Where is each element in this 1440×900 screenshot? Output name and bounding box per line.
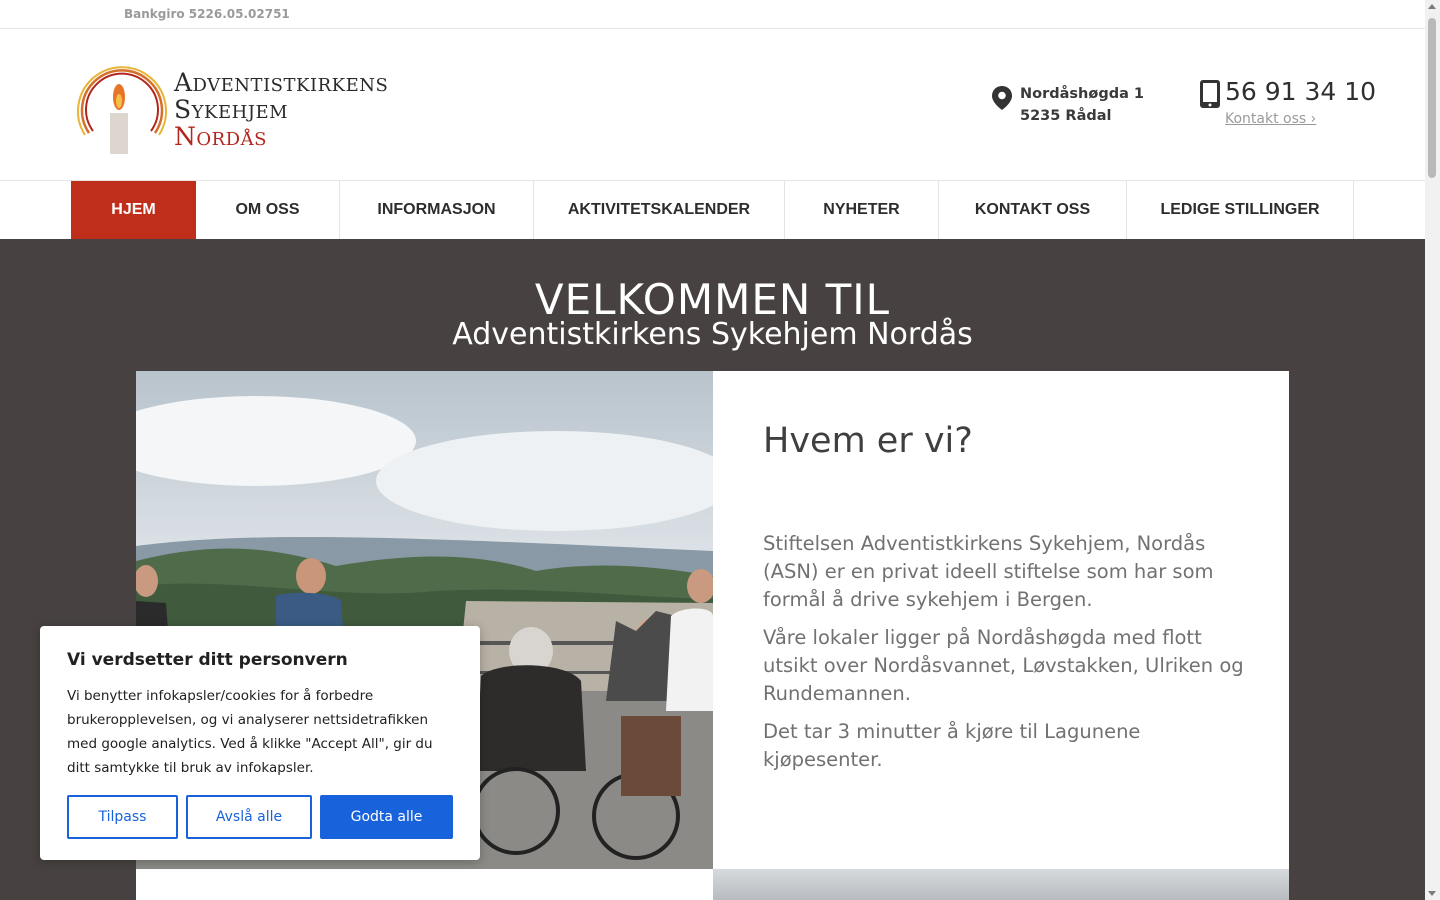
nav-item-nyheter[interactable]: NYHETER: [785, 181, 939, 239]
scrollbar-thumb[interactable]: [1428, 18, 1436, 178]
main-nav: HJEM OM OSS INFORMASJON AKTIVITETSKALEND…: [0, 181, 1425, 239]
next-card-photo: [713, 869, 1289, 900]
bankgiro-text: Bankgiro 5226.05.02751: [124, 7, 290, 21]
map-pin-icon: [992, 86, 1012, 110]
next-card-left: [136, 869, 713, 900]
contact-link[interactable]: Kontakt oss ›: [1225, 111, 1316, 127]
about-paragraph-1: Stiftelsen Adventistkirkens Sykehjem, No…: [763, 532, 1214, 611]
cookie-body: Vi benytter infokapsler/cookies for å fo…: [67, 688, 433, 776]
nav-item-informasjon[interactable]: INFORMASJON: [340, 181, 534, 239]
cookie-consent-banner: Vi verdsetter ditt personvern Vi benytte…: [40, 626, 480, 860]
candle-logo-icon: [77, 66, 167, 154]
about-title: Hvem er vi?: [763, 421, 973, 461]
about-paragraph-3: Det tar 3 minutter å kjøre til Lagunene …: [763, 720, 1141, 771]
cookie-title: Vi verdsetter ditt personvern: [67, 650, 348, 670]
customize-button[interactable]: Tilpass: [67, 795, 178, 839]
about-card: Hvem er vi? Stiftelsen Adventistkirkens …: [713, 371, 1289, 869]
nav-item-om-oss[interactable]: OM OSS: [196, 181, 340, 239]
scroll-up-icon[interactable]: [1428, 4, 1436, 9]
page-scrollbar[interactable]: [1425, 0, 1440, 900]
scroll-down-icon[interactable]: [1428, 891, 1436, 896]
nav-item-aktivitetskalender[interactable]: AKTIVITETSKALENDER: [534, 181, 785, 239]
logo-text: Adventistkirkens Sykehjem Nordås: [174, 69, 388, 150]
about-paragraph-2: Våre lokaler ligger på Nordåshøgda med f…: [763, 626, 1244, 705]
top-bar: Bankgiro 5226.05.02751: [0, 0, 1425, 29]
site-header: Adventistkirkens Sykehjem Nordås Nordåsh…: [0, 29, 1425, 181]
address-line-2: 5235 Rådal: [1020, 108, 1112, 124]
hero-subtitle: Adventistkirkens Sykehjem Nordås: [452, 317, 973, 352]
reject-all-button[interactable]: Avslå alle: [186, 795, 312, 839]
phone-number[interactable]: 56 91 34 10: [1225, 77, 1376, 106]
nav-item-hjem[interactable]: HJEM: [71, 181, 196, 239]
nav-item-ledige-stillinger[interactable]: LEDIGE STILLINGER: [1127, 181, 1354, 239]
site-logo[interactable]: Adventistkirkens Sykehjem Nordås: [71, 55, 411, 157]
accept-all-button[interactable]: Godta alle: [320, 795, 453, 839]
logo-line-1: Adventistkirkens: [174, 68, 389, 97]
nav-item-kontakt-oss[interactable]: KONTAKT OSS: [939, 181, 1127, 239]
logo-line-3: Nordås: [174, 122, 267, 151]
logo-line-2: Sykehjem: [174, 95, 289, 124]
mobile-phone-icon: [1200, 80, 1220, 108]
address-line-1: Nordåshøgda 1: [1020, 86, 1145, 102]
